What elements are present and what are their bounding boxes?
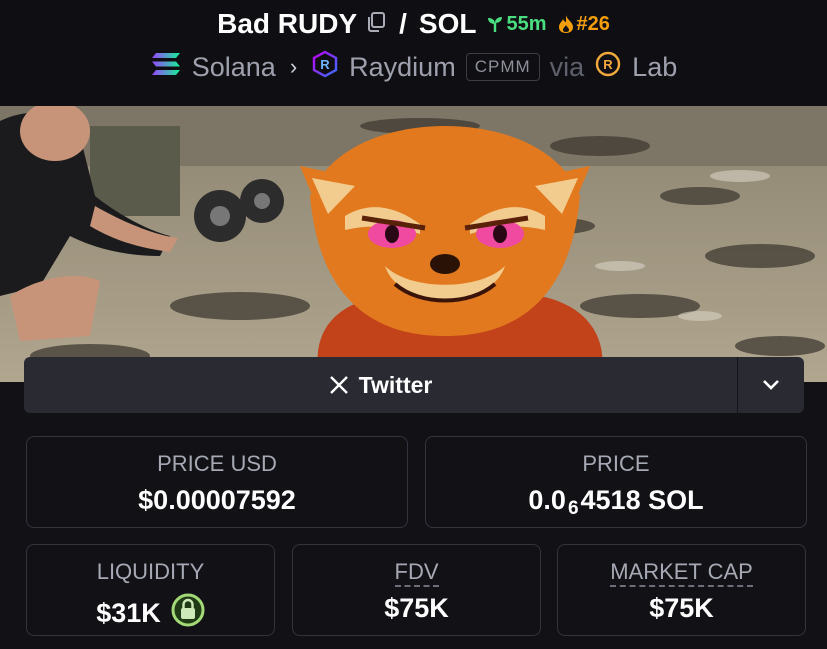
market-cap-label[interactable]: MARKET CAP	[610, 559, 753, 587]
dex-link[interactable]: Raydium	[349, 52, 456, 83]
flame-icon	[558, 15, 573, 33]
copy-icon[interactable]	[363, 8, 387, 40]
price-label: PRICE	[582, 451, 650, 476]
token-header: Bad RUDY / SOL 55m #26 Solana › R Raydiu…	[0, 0, 827, 106]
rank-text: #26	[576, 12, 610, 35]
price-usd-card: PRICE USD $0.00007592	[26, 436, 408, 528]
chevron-down-icon	[763, 380, 779, 390]
market-cap-value: $75K	[649, 593, 714, 623]
age-text: 55m	[506, 12, 547, 35]
svg-text:R: R	[320, 57, 330, 72]
liquidity-card: LIQUIDITY $31K	[26, 544, 275, 636]
liquidity-value: $31K	[96, 598, 161, 628]
market-cap-card: MARKET CAP $75K	[557, 544, 806, 636]
price-usd-label: PRICE USD	[157, 451, 277, 476]
chain-link[interactable]: Solana	[192, 52, 276, 83]
twitter-button[interactable]: Twitter	[24, 357, 737, 413]
price-prefix: 0.0	[528, 485, 566, 515]
sprout-icon	[488, 17, 503, 32]
social-links-bar: Twitter	[24, 357, 804, 413]
svg-text:R: R	[603, 57, 613, 72]
solana-icon	[150, 51, 182, 84]
x-logo-icon	[329, 376, 348, 394]
price-suffix: 4518 SOL	[580, 485, 704, 515]
quote-symbol: SOL	[418, 8, 477, 39]
liquidity-label: LIQUIDITY	[96, 559, 205, 584]
pair-age: 55m	[486, 12, 547, 36]
launchpad-link[interactable]: Lab	[632, 52, 677, 83]
token-banner-image	[0, 106, 827, 382]
fdv-card: FDV $75K	[292, 544, 541, 636]
via-text: via	[549, 51, 585, 82]
raydium-icon: R	[311, 50, 339, 85]
lock-icon[interactable]	[171, 593, 205, 634]
pair-separator: /	[399, 8, 407, 39]
price-native-card: PRICE 0.0 6 4518 SOL	[425, 436, 807, 528]
twitter-label: Twitter	[358, 371, 433, 398]
lab-icon: R	[594, 50, 622, 85]
price-zero-count: 6	[567, 497, 579, 519]
token-name: Bad RUDY	[217, 8, 358, 39]
chevron-right-icon: ›	[289, 54, 298, 79]
breadcrumb: Solana › R Raydium CPMM via R Lab	[0, 48, 827, 86]
fdv-label[interactable]: FDV	[394, 559, 439, 587]
liquidity-value-row: $31K	[27, 593, 274, 634]
price-native-value: 0.0 6 4518 SOL	[426, 485, 806, 519]
pair-title-row: Bad RUDY / SOL 55m #26	[0, 6, 827, 42]
pool-type-badge: CPMM	[465, 53, 540, 81]
fdv-value: $75K	[384, 593, 449, 623]
more-links-dropdown[interactable]	[738, 357, 804, 413]
price-usd-value: $0.00007592	[138, 485, 296, 515]
trending-rank[interactable]: #26	[557, 13, 610, 36]
